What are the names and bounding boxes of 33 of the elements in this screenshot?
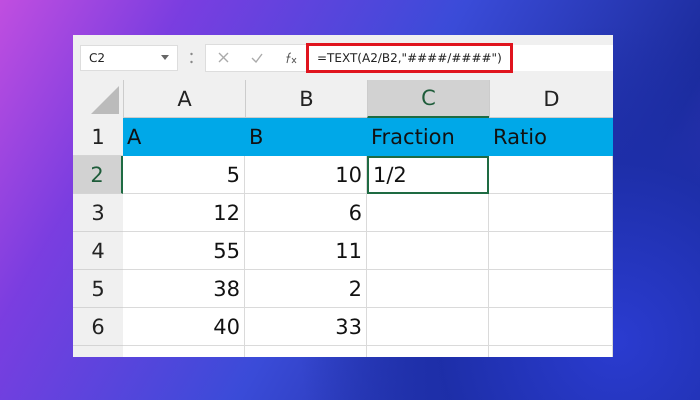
more-icon[interactable] (190, 52, 193, 64)
table-cell[interactable] (489, 308, 613, 346)
check-icon[interactable] (251, 52, 263, 62)
table-cell[interactable]: 11 (245, 232, 367, 270)
table-cell[interactable]: 38 (123, 270, 245, 308)
table-cell[interactable]: 55 (123, 232, 245, 270)
table-cell[interactable]: 5 (123, 156, 245, 194)
table-cell[interactable]: Fraction (367, 118, 489, 156)
table-cell[interactable] (367, 270, 489, 308)
table-cell[interactable] (489, 232, 613, 270)
table-cell[interactable]: 33 (245, 308, 367, 346)
column-header[interactable]: C (367, 80, 489, 118)
table-cell[interactable] (367, 308, 489, 346)
table-cell[interactable]: Ratio (489, 118, 613, 156)
function-icon[interactable] (285, 52, 299, 64)
table-cell[interactable] (489, 270, 613, 308)
cancel-icon[interactable] (218, 52, 229, 63)
table-cell[interactable]: A (123, 118, 245, 156)
table-cell[interactable] (489, 156, 613, 194)
table-cell[interactable] (367, 232, 489, 270)
caret-icon (161, 55, 169, 60)
name-box[interactable]: C2 (80, 44, 178, 70)
table-cell[interactable]: 12 (123, 194, 245, 232)
table-cell[interactable] (489, 194, 613, 232)
formula-input[interactable]: =TEXT(A2/B2,"####/####") (306, 44, 613, 70)
table-cell[interactable]: 6 (245, 194, 367, 232)
row-header[interactable]: 2 (73, 156, 123, 194)
table-cell[interactable]: 40 (123, 308, 245, 346)
table-cell[interactable]: 10 (245, 156, 367, 194)
table-cell[interactable]: 2 (245, 270, 367, 308)
table-cell[interactable] (367, 194, 489, 232)
table-cell[interactable]: B (245, 118, 367, 156)
table-cell[interactable]: 1/2 (367, 156, 489, 194)
